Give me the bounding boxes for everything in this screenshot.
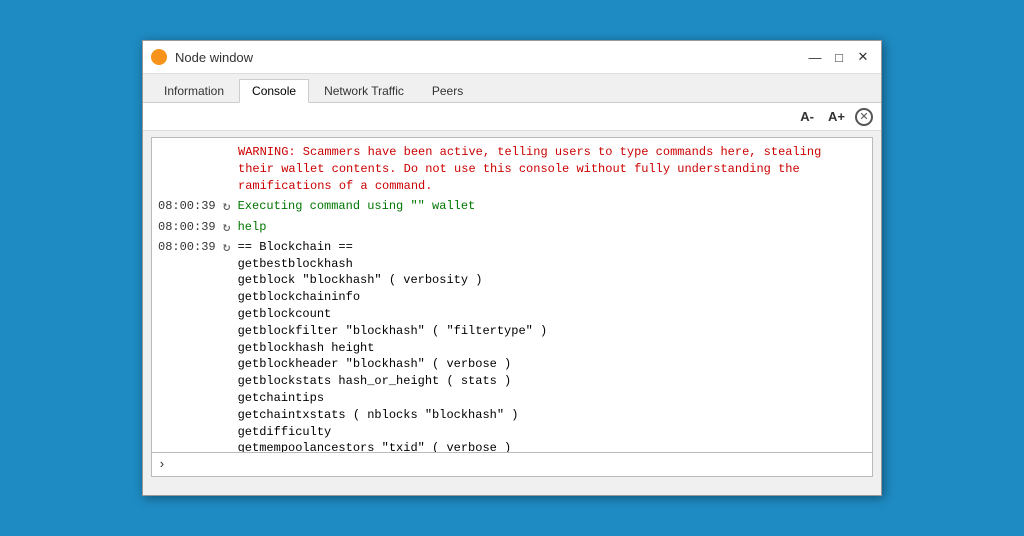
font-decrease-button[interactable]: A- — [796, 107, 818, 126]
log-text-2: help — [238, 219, 866, 236]
console-toolbar: A- A+ ✕ — [143, 103, 881, 131]
log-text-3: == Blockchain == getbestblockhash getblo… — [238, 239, 866, 452]
log-icon-2: ↻ — [216, 219, 238, 237]
tab-peers[interactable]: Peers — [419, 79, 476, 103]
tab-information[interactable]: Information — [151, 79, 237, 103]
font-increase-button[interactable]: A+ — [824, 107, 849, 126]
console-output[interactable]: WARNING: Scammers have been active, tell… — [152, 138, 872, 452]
console-close-button[interactable]: ✕ — [855, 108, 873, 126]
log-text-1: Executing command using "" wallet — [238, 198, 866, 215]
log-icon-3: ↻ — [216, 239, 238, 257]
log-time-1: 08:00:39 — [158, 198, 216, 215]
window-controls: — □ ✕ — [805, 47, 873, 67]
console-input[interactable] — [172, 458, 866, 472]
log-line-3: 08:00:39 ↻ == Blockchain == getbestblock… — [158, 239, 866, 452]
log-line-2: 08:00:39 ↻ help — [158, 219, 866, 237]
tab-network-traffic[interactable]: Network Traffic — [311, 79, 417, 103]
console-input-bar: › — [152, 452, 872, 476]
console-area: WARNING: Scammers have been active, tell… — [151, 137, 873, 477]
log-icon-1: ↻ — [216, 198, 238, 216]
minimize-button[interactable]: — — [805, 47, 825, 67]
close-button[interactable]: ✕ — [853, 47, 873, 67]
log-time-3: 08:00:39 — [158, 239, 216, 256]
maximize-button[interactable]: □ — [829, 47, 849, 67]
log-time-2: 08:00:39 — [158, 219, 216, 236]
bitcoin-icon — [151, 49, 167, 65]
warning-text: WARNING: Scammers have been active, tell… — [238, 144, 866, 194]
window-bottom — [143, 483, 881, 495]
title-bar: Node window — □ ✕ — [143, 41, 881, 74]
tab-bar: Information Console Network Traffic Peer… — [143, 74, 881, 103]
tab-console[interactable]: Console — [239, 79, 309, 103]
prompt-symbol: › — [158, 457, 166, 472]
log-line-1: 08:00:39 ↻ Executing command using "" wa… — [158, 198, 866, 216]
node-window: Node window — □ ✕ Information Console Ne… — [142, 40, 882, 496]
window-title: Node window — [175, 50, 805, 65]
